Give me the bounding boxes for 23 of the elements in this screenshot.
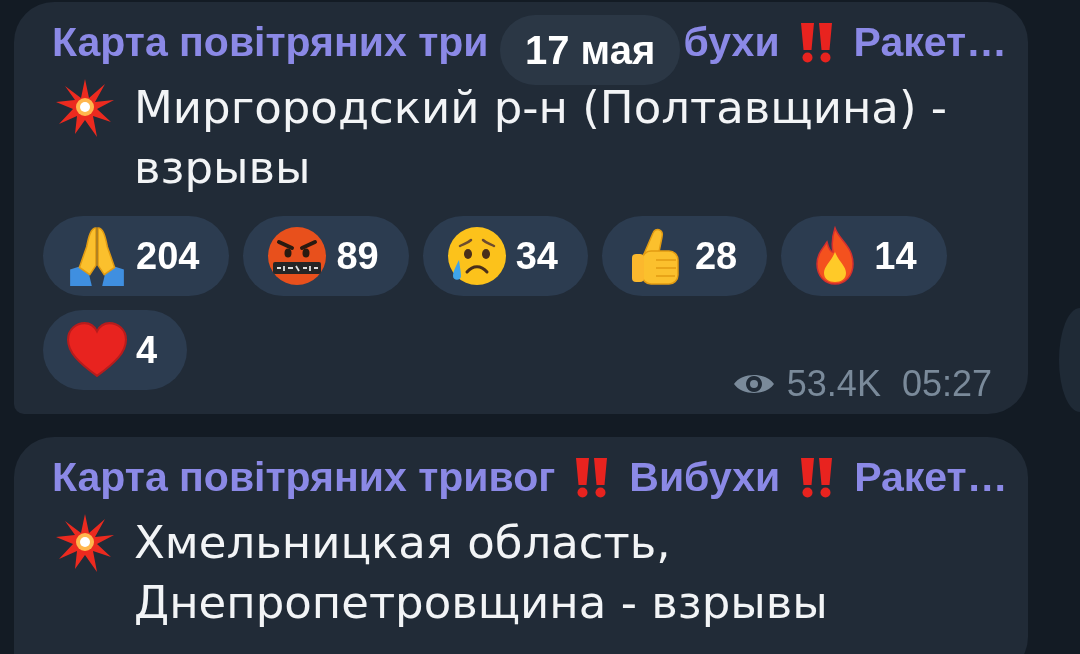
reaction-button[interactable]: 89 (243, 216, 409, 296)
channel-title: бухи (683, 18, 780, 67)
reaction-button[interactable]: 28 (601, 216, 768, 296)
message-time: 05:27 (901, 364, 992, 404)
double-exclamation-icon (798, 21, 835, 63)
channel-title: Вибухи (629, 453, 781, 502)
channel-title: Ракет… (854, 453, 1008, 502)
reaction-button[interactable]: 204 (43, 216, 230, 296)
channel-title: Ракет… (853, 18, 1008, 67)
heart-icon (67, 320, 127, 380)
folded-hands-icon (67, 226, 127, 286)
crying-face-icon (446, 226, 507, 286)
reaction-button[interactable]: 4 (43, 310, 188, 390)
view-count: 53.4K (786, 364, 881, 404)
reaction-button[interactable]: 14 (781, 216, 947, 296)
burst-icon (55, 513, 115, 573)
burst-icon (55, 78, 115, 138)
reaction-button[interactable]: 34 (422, 216, 588, 296)
message-text: Хмельницкая область, Днепропетровщина - взрывы (134, 515, 829, 631)
swearing-face-icon (267, 226, 328, 286)
channel-title: Карта повітряних три (52, 18, 489, 67)
channel-title: Карта повітряних тривог (52, 453, 556, 502)
date-header: 17 мая (500, 15, 681, 85)
